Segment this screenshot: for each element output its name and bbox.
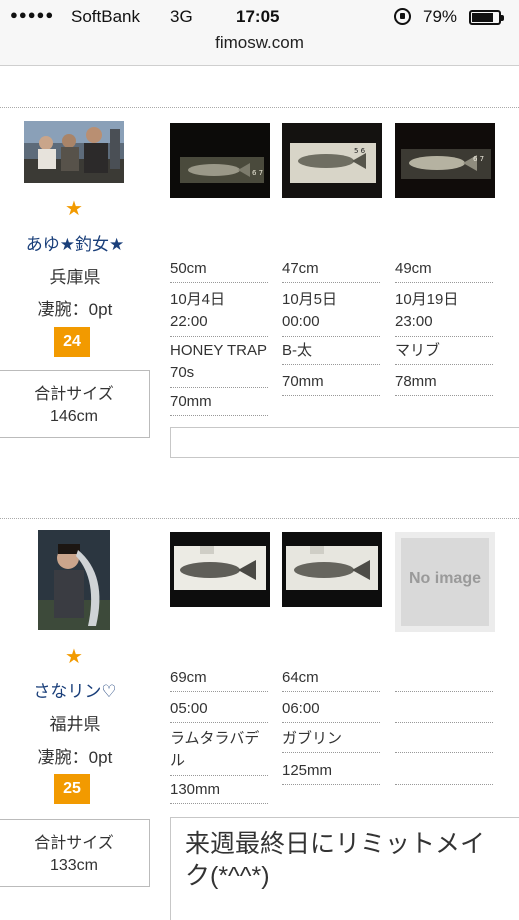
- catch-lure-size: 130mm: [170, 779, 268, 804]
- catch-time: 06:00: [282, 698, 380, 723]
- comment-box: 来週最終日にリミットメイク(*^^*): [170, 817, 519, 920]
- comment-box: [170, 427, 519, 458]
- catch-lure: [395, 728, 493, 753]
- catch-lure-size: [395, 760, 493, 785]
- address-bar[interactable]: fimosw.com: [0, 33, 519, 53]
- total-size-value: 133cm: [49, 857, 99, 874]
- catch-time: 23:00: [395, 313, 433, 330]
- divider: [0, 518, 519, 519]
- catch-size: [395, 667, 493, 692]
- catch-time: 22:00: [170, 313, 208, 330]
- catch-lure-size: 70mm: [170, 391, 268, 416]
- comment-text: [171, 428, 519, 438]
- catch-lure-size: 70mm: [282, 371, 380, 396]
- rank-badge: 24: [54, 327, 90, 357]
- catch-datetime: 10月4日 22:00: [170, 289, 268, 337]
- catch-date: 10月4日: [170, 291, 226, 308]
- catch-size: 47cm: [282, 258, 380, 283]
- catch-photo[interactable]: [170, 532, 270, 607]
- network-type: 3G: [170, 7, 193, 26]
- user-prefecture: 兵庫県: [49, 268, 101, 287]
- divider: [0, 107, 519, 108]
- user-avatar[interactable]: [24, 121, 124, 183]
- battery-icon: [469, 10, 504, 25]
- catch-card: No image: [395, 532, 495, 785]
- catch-photo[interactable]: [282, 532, 382, 607]
- status-bar: ●●●●● SoftBank 3G 17:05 79%: [0, 0, 519, 34]
- catch-time: [395, 698, 493, 723]
- total-size-box: 合計サイズ 146cm: [0, 370, 150, 438]
- catch-date: 10月19日: [395, 291, 459, 308]
- catch-size: 50cm: [170, 258, 268, 283]
- catch-lure: ラムタラバデル: [170, 728, 268, 776]
- no-image-placeholder: No image: [395, 532, 495, 632]
- catch-lure-size: 78mm: [395, 371, 493, 396]
- svg-text:6 7: 6 7: [473, 155, 484, 163]
- total-size-label: 合計サイズ: [34, 386, 114, 403]
- user-name-link[interactable]: さなリン♡: [0, 677, 150, 702]
- clock: 17:05: [236, 7, 280, 26]
- no-image-label: No image: [408, 570, 481, 587]
- user-score: 凄腕：0pt: [37, 748, 113, 767]
- catch-lure: HONEY TRAP 70s: [170, 340, 268, 388]
- catch-lure-size: 125mm: [282, 760, 380, 785]
- catch-card: 6 7 50cm 10月4日 22:00 HONEY TRAP 70s 70mm: [170, 123, 270, 416]
- rotation-lock-icon: [394, 8, 411, 25]
- catch-datetime: 10月5日 00:00: [282, 289, 380, 337]
- catch-lure: B-太: [282, 340, 380, 365]
- catch-time: 00:00: [282, 313, 320, 330]
- catch-time: 05:00: [170, 698, 268, 723]
- catch-lure: ガブリン: [282, 728, 380, 753]
- battery-fill: [472, 13, 493, 22]
- user-avatar[interactable]: [38, 530, 110, 630]
- total-size-value: 146cm: [49, 408, 99, 425]
- svg-text:6 7: 6 7: [252, 169, 263, 177]
- rank-badge: 25: [54, 774, 90, 804]
- catch-photo[interactable]: 6 7: [395, 123, 495, 198]
- star-icon: ★: [65, 198, 83, 220]
- catch-date: 10月5日: [282, 291, 338, 308]
- catch-photo[interactable]: 6 7: [170, 123, 270, 198]
- catch-photo[interactable]: 5 6: [282, 123, 382, 198]
- catch-size: 64cm: [282, 667, 380, 692]
- browser-top-bar: ●●●●● SoftBank 3G 17:05 79% fimosw.com: [0, 0, 519, 66]
- catch-size: 69cm: [170, 667, 268, 692]
- catch-size: 49cm: [395, 258, 493, 283]
- signal-strength-icon: ●●●●●: [10, 7, 55, 22]
- catch-card: 5 6 47cm 10月5日 00:00 B-太 70mm: [282, 123, 382, 396]
- user-prefecture: 福井県: [49, 715, 101, 734]
- total-size-box: 合計サイズ 133cm: [0, 819, 150, 887]
- total-size-label: 合計サイズ: [34, 835, 114, 852]
- carrier-name: SoftBank: [71, 7, 140, 26]
- user-name-link[interactable]: あゆ★釣女★: [0, 230, 150, 255]
- catch-card: 69cm 05:00 ラムタラバデル 130mm: [170, 532, 270, 804]
- catch-datetime: 10月19日 23:00: [395, 289, 493, 337]
- catch-card: 6 7 49cm 10月19日 23:00 マリブ 78mm: [395, 123, 495, 396]
- catch-card: 64cm 06:00 ガブリン 125mm: [282, 532, 382, 785]
- user-score: 凄腕：0pt: [37, 300, 113, 319]
- comment-text: 来週最終日にリミットメイク(*^^*): [185, 830, 486, 890]
- star-icon: ★: [65, 646, 83, 668]
- battery-percent: 79%: [423, 7, 458, 26]
- svg-text:5 6: 5 6: [354, 147, 366, 155]
- catch-lure: マリブ: [395, 340, 493, 365]
